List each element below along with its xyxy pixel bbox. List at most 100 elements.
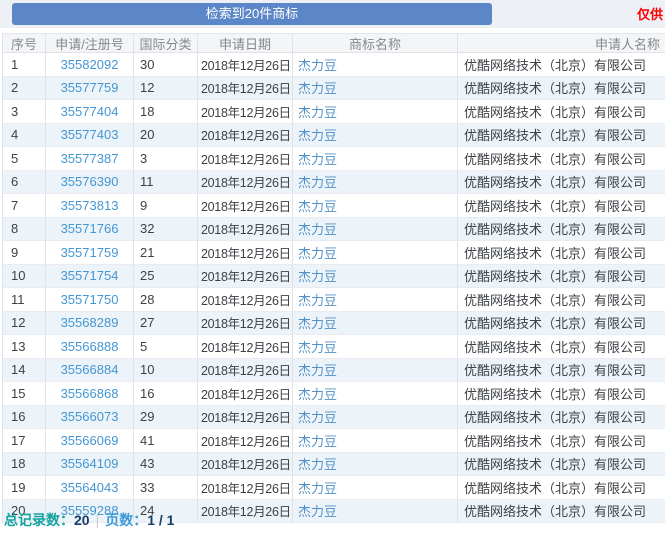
total-records-label: 总记录数： — [4, 512, 74, 528]
reg-number-link[interactable]: 35571750 — [61, 292, 119, 307]
cell-intl_class: 20 — [134, 124, 198, 147]
trademark-name-link[interactable]: 杰力豆 — [298, 384, 337, 403]
table-row: 1235568289272018年12月26日杰力豆优酷网络技术（北京）有限公司 — [3, 312, 665, 336]
trademark-name-link[interactable]: 杰力豆 — [298, 290, 337, 309]
reg-number-link[interactable]: 35571754 — [61, 268, 119, 283]
cell-intl_class: 32 — [134, 218, 198, 241]
cell-reg_no: 35564043 — [46, 476, 134, 499]
cell-intl_class: 16 — [134, 382, 198, 405]
trademark-name-link[interactable]: 杰力豆 — [298, 478, 337, 497]
reg-number-link[interactable]: 35566884 — [61, 362, 119, 377]
cell-tm_name: 杰力豆 — [293, 265, 458, 288]
cell-tm_name: 杰力豆 — [293, 335, 458, 358]
cell-tm_name: 杰力豆 — [293, 218, 458, 241]
cell-no: 15 — [3, 382, 46, 405]
trademark-name-link[interactable]: 杰力豆 — [298, 149, 337, 168]
reg-number-link[interactable]: 35577403 — [61, 127, 119, 142]
cell-app_date: 2018年12月26日 — [198, 241, 293, 264]
trademark-name-link[interactable]: 杰力豆 — [298, 337, 337, 356]
trademark-name-link[interactable]: 杰力豆 — [298, 102, 337, 121]
cell-intl_class: 43 — [134, 453, 198, 476]
reg-number-link[interactable]: 35568289 — [61, 315, 119, 330]
cell-no: 10 — [3, 265, 46, 288]
cell-applicant: 优酷网络技术（北京）有限公司 — [458, 171, 665, 194]
reg-number-link[interactable]: 35576390 — [61, 174, 119, 189]
reg-number-link[interactable]: 35566868 — [61, 386, 119, 401]
cell-reg_no: 35576390 — [46, 171, 134, 194]
cell-tm_name: 杰力豆 — [293, 288, 458, 311]
cell-tm_name: 杰力豆 — [293, 77, 458, 100]
cell-tm_name: 杰力豆 — [293, 194, 458, 217]
cell-reg_no: 35571754 — [46, 265, 134, 288]
cell-reg_no: 35577404 — [46, 100, 134, 123]
trademark-name-link[interactable]: 杰力豆 — [298, 172, 337, 191]
cell-no: 1 — [3, 53, 46, 76]
trademark-name-link[interactable]: 杰力豆 — [298, 55, 337, 74]
cell-tm_name: 杰力豆 — [293, 453, 458, 476]
trademark-name-link[interactable]: 杰力豆 — [298, 454, 337, 473]
trademark-name-link[interactable]: 杰力豆 — [298, 501, 337, 520]
summary-separator: | — [90, 512, 106, 528]
cell-app_date: 2018年12月26日 — [198, 265, 293, 288]
cell-reg_no: 35577387 — [46, 147, 134, 170]
cell-applicant: 优酷网络技术（北京）有限公司 — [458, 100, 665, 123]
table-row: 835571766322018年12月26日杰力豆优酷网络技术（北京）有限公司 — [3, 218, 665, 242]
table-row: 635576390112018年12月26日杰力豆优酷网络技术（北京）有限公司 — [3, 171, 665, 195]
trademark-name-link[interactable]: 杰力豆 — [298, 360, 337, 379]
cell-applicant: 优酷网络技术（北京）有限公司 — [458, 218, 665, 241]
cell-applicant: 优酷网络技术（北京）有限公司 — [458, 77, 665, 100]
reg-number-link[interactable]: 35577404 — [61, 104, 119, 119]
reg-number-link[interactable]: 35564043 — [61, 480, 119, 495]
cell-applicant: 优酷网络技术（北京）有限公司 — [458, 288, 665, 311]
cell-applicant: 优酷网络技术（北京）有限公司 — [458, 147, 665, 170]
cell-app_date: 2018年12月26日 — [198, 194, 293, 217]
table-row: 53557738732018年12月26日杰力豆优酷网络技术（北京）有限公司 — [3, 147, 665, 171]
cell-tm_name: 杰力豆 — [293, 147, 458, 170]
trademark-name-link[interactable]: 杰力豆 — [298, 407, 337, 426]
cell-app_date: 2018年12月26日 — [198, 500, 293, 523]
cell-app_date: 2018年12月26日 — [198, 359, 293, 382]
cell-applicant: 优酷网络技术（北京）有限公司 — [458, 124, 665, 147]
cell-app_date: 2018年12月26日 — [198, 53, 293, 76]
cell-app_date: 2018年12月26日 — [198, 335, 293, 358]
table-row: 73557381392018年12月26日杰力豆优酷网络技术（北京）有限公司 — [3, 194, 665, 218]
trademark-name-link[interactable]: 杰力豆 — [298, 431, 337, 450]
reg-number-link[interactable]: 35577759 — [61, 80, 119, 95]
cell-tm_name: 杰力豆 — [293, 171, 458, 194]
cell-no: 5 — [3, 147, 46, 170]
cell-app_date: 2018年12月26日 — [198, 171, 293, 194]
trademark-name-link[interactable]: 杰力豆 — [298, 243, 337, 262]
cell-reg_no: 35577403 — [46, 124, 134, 147]
reg-number-link[interactable]: 35571759 — [61, 245, 119, 260]
trademark-name-link[interactable]: 杰力豆 — [298, 266, 337, 285]
reg-number-link[interactable]: 35566069 — [61, 433, 119, 448]
cell-reg_no: 35564109 — [46, 453, 134, 476]
trademark-name-link[interactable]: 杰力豆 — [298, 313, 337, 332]
table-row: 1935564043332018年12月26日杰力豆优酷网络技术（北京）有限公司 — [3, 476, 665, 500]
cell-reg_no: 35568289 — [46, 312, 134, 335]
reg-number-link[interactable]: 35577387 — [61, 151, 119, 166]
search-result-count-button[interactable]: 检索到20件商标 — [12, 3, 492, 25]
reg-number-link[interactable]: 35564109 — [61, 456, 119, 471]
cell-no: 14 — [3, 359, 46, 382]
trademark-name-link[interactable]: 杰力豆 — [298, 125, 337, 144]
col-header-reg-number: 申请/注册号 — [46, 34, 134, 52]
cell-intl_class: 3 — [134, 147, 198, 170]
reg-number-link[interactable]: 35573813 — [61, 198, 119, 213]
cell-applicant: 优酷网络技术（北京）有限公司 — [458, 194, 665, 217]
table-row: 133556688852018年12月26日杰力豆优酷网络技术（北京）有限公司 — [3, 335, 665, 359]
reg-number-link[interactable]: 35566073 — [61, 409, 119, 424]
cell-reg_no: 35571759 — [46, 241, 134, 264]
reg-number-link[interactable]: 35582092 — [61, 57, 119, 72]
cell-intl_class: 30 — [134, 53, 198, 76]
reg-number-link[interactable]: 35566888 — [61, 339, 119, 354]
header-bar: 检索到20件商标 仅供 — [0, 0, 665, 28]
cell-applicant: 优酷网络技术（北京）有限公司 — [458, 53, 665, 76]
cell-reg_no: 35566073 — [46, 406, 134, 429]
cell-app_date: 2018年12月26日 — [198, 124, 293, 147]
trademark-name-link[interactable]: 杰力豆 — [298, 196, 337, 215]
table-row: 1035571754252018年12月26日杰力豆优酷网络技术（北京）有限公司 — [3, 265, 665, 289]
reg-number-link[interactable]: 35571766 — [61, 221, 119, 236]
trademark-name-link[interactable]: 杰力豆 — [298, 78, 337, 97]
trademark-name-link[interactable]: 杰力豆 — [298, 219, 337, 238]
